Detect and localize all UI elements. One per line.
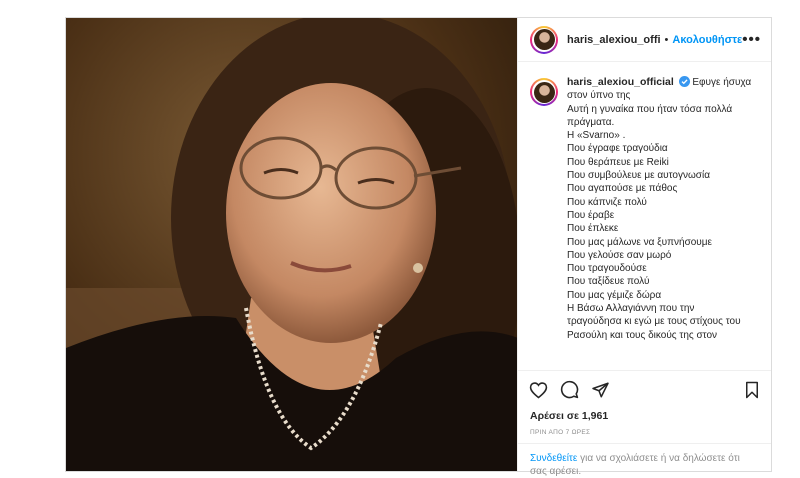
login-to-comment: Συνδεθείτε για να σχολιάσετε ή να δηλώσε…: [518, 443, 771, 477]
caption-username[interactable]: haris_alexiou_official: [567, 76, 674, 88]
instagram-post: haris_alexiou_offic • Ακολουθήστε ••• ha…: [65, 17, 772, 477]
caption-line: στον ύπνο της: [567, 90, 631, 102]
caption-line: Αυτή η γυναίκα που ήταν τόσα πολλά: [567, 103, 733, 115]
bookmark-icon: [746, 381, 758, 398]
caption-line: Που έπλεκε: [567, 223, 619, 235]
caption-line: Που μας μάλωνε να ξυπνήσουμε: [567, 236, 712, 248]
post-sidebar: haris_alexiou_offic • Ακολουθήστε ••• ha…: [517, 18, 771, 477]
more-options-icon[interactable]: •••: [742, 31, 761, 48]
caption-line: Εφυγε ήσυχα: [692, 77, 752, 88]
action-bar: [518, 370, 771, 408]
heart-icon: [529, 381, 548, 399]
caption-line: Που αγαπούσε με πάθος: [567, 183, 678, 195]
comment-icon: [560, 380, 579, 399]
follow-button[interactable]: Ακολουθήστε: [672, 34, 742, 46]
post-photo[interactable]: [66, 18, 517, 471]
post-timestamp[interactable]: ΠΡΙΝ ΑΠΟ 7 ΩΡΕΣ: [530, 429, 590, 436]
save-button[interactable]: [744, 381, 760, 399]
header-username[interactable]: haris_alexiou_offic: [567, 34, 661, 46]
caption-line: Που έγραφε τραγούδια: [567, 143, 668, 155]
likes-count[interactable]: Αρέσει σε 1,961: [530, 410, 608, 422]
caption-body: haris_alexiou_official Εφυγε ήσυχα στον …: [567, 76, 761, 368]
caption-avatar[interactable]: [530, 78, 558, 106]
caption-line: Που κάπνιζε πολύ: [567, 196, 647, 208]
caption-line: Ρασούλη και τους δικούς της στον: [567, 329, 718, 341]
avatar[interactable]: [530, 25, 558, 54]
caption-line: Που συμβούλευε με αυτογνωσία: [567, 170, 710, 182]
caption-line: Που μας γέμιζε δώρα: [567, 289, 662, 301]
separator-dot: •: [664, 33, 669, 46]
caption-line: Που έραβε: [567, 209, 615, 221]
like-button[interactable]: [529, 381, 548, 399]
share-icon: [592, 382, 609, 397]
caption-line: Που θεράπευε με Reiki: [567, 156, 669, 168]
verified-badge-icon: [678, 76, 690, 87]
comment-button[interactable]: [560, 380, 579, 399]
caption-line: Που ταξίδευε πολύ: [567, 276, 650, 288]
caption-line: Που γελούσε σαν μωρό: [567, 249, 672, 261]
caption-line: Η Βάσω Αλλαγιάννη που την: [567, 303, 695, 315]
caption-line: Που τραγουδούσε: [567, 263, 647, 275]
caption-line: πράγματα.: [567, 116, 615, 128]
caption-line: Η «Svarno» .: [567, 130, 626, 142]
share-button[interactable]: [591, 381, 610, 399]
caption: haris_alexiou_official Εφυγε ήσυχα στον …: [530, 76, 761, 368]
caption-line: τραγούδησα κι εγώ με τους στίχους του: [567, 316, 741, 328]
login-link[interactable]: Συνδεθείτε: [530, 453, 577, 464]
post-header: haris_alexiou_offic • Ακολουθήστε •••: [518, 18, 771, 62]
post-photo-image: [66, 18, 517, 471]
